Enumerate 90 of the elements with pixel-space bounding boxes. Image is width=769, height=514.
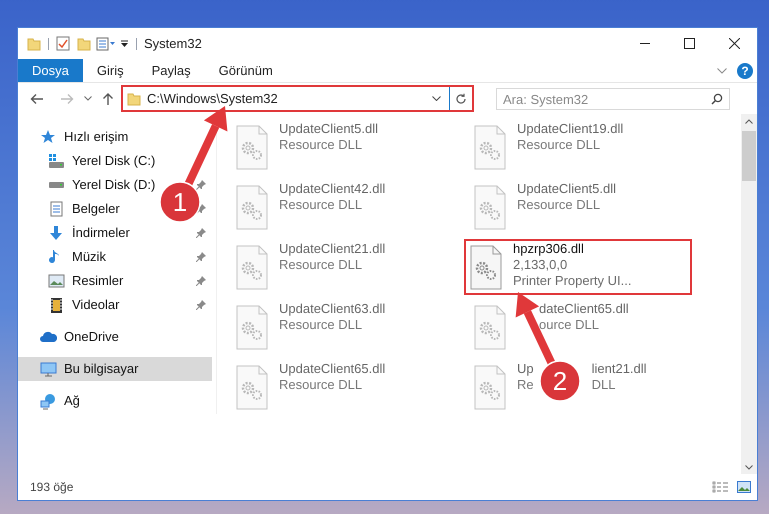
file-name: UpdateClient42.dll bbox=[279, 181, 386, 197]
minimize-icon bbox=[640, 43, 650, 44]
dll-file-icon bbox=[474, 185, 507, 230]
film-icon bbox=[48, 296, 65, 314]
file-name: UpdateClient21.dll bbox=[279, 241, 386, 257]
step-badge: 2 bbox=[539, 360, 581, 402]
file-detail: Printer Property UI... bbox=[513, 273, 632, 289]
file-name: lient21.dll bbox=[592, 361, 647, 377]
ribbon-tab[interactable]: Görünüm bbox=[204, 59, 287, 82]
sidebar-item[interactable]: Hızlı erişim bbox=[64, 127, 128, 147]
network-icon bbox=[40, 392, 57, 410]
download-arrow-icon bbox=[48, 224, 65, 242]
file-name: dateClient65.dll bbox=[539, 301, 629, 317]
ribbon-tab[interactable]: Giriş bbox=[82, 59, 138, 82]
scrollbar[interactable] bbox=[741, 114, 757, 474]
drive-icon bbox=[48, 181, 65, 189]
sidebar-item[interactable]: Yerel Disk (D:) bbox=[72, 175, 156, 195]
pin-icon[interactable] bbox=[196, 252, 206, 262]
sidebar-item[interactable]: OneDrive bbox=[64, 327, 119, 347]
file-name: hpzrp306.dll bbox=[513, 241, 584, 257]
dll-file-icon bbox=[236, 125, 269, 170]
folder-icon bbox=[127, 92, 141, 106]
search-icon[interactable] bbox=[711, 92, 723, 104]
pin-icon[interactable] bbox=[196, 228, 206, 238]
dll-file-icon bbox=[236, 365, 269, 410]
refresh-icon[interactable] bbox=[455, 92, 467, 104]
chevron-down-icon[interactable] bbox=[84, 96, 92, 101]
details-view-icon[interactable] bbox=[712, 481, 729, 493]
large-icons-view-icon[interactable] bbox=[737, 481, 751, 493]
drive-icon bbox=[48, 152, 65, 170]
file-detail: 2,133,0,0 bbox=[513, 257, 568, 273]
file-detail: Resource DLL bbox=[279, 137, 362, 153]
file-item[interactable]: hpzrp306.dll 2,133,0,0 Printer Property UI... bbox=[464, 239, 692, 295]
file-detail: Resource DLL bbox=[279, 377, 362, 393]
star-icon bbox=[40, 128, 57, 146]
file-name: UpdateClient65.dll bbox=[279, 361, 386, 377]
file-detail: ource DLL bbox=[539, 317, 599, 333]
dll-file-icon bbox=[474, 125, 507, 170]
pin-icon[interactable] bbox=[196, 276, 206, 286]
sidebar-item[interactable]: Yerel Disk (C:) bbox=[72, 151, 156, 171]
sidebar-item[interactable]: Ağ bbox=[64, 391, 80, 411]
file-detail: Resource DLL bbox=[517, 137, 600, 153]
help-button[interactable]: ? bbox=[737, 62, 753, 78]
dll-file-icon bbox=[236, 245, 269, 290]
search-field[interactable]: Ara: System32 bbox=[496, 88, 730, 110]
dll-file-icon bbox=[474, 305, 507, 350]
dll-file-icon bbox=[236, 185, 269, 230]
picture-icon bbox=[48, 272, 65, 290]
close-icon bbox=[729, 38, 740, 49]
sidebar-item[interactable]: Belgeler bbox=[72, 199, 120, 219]
scroll-up-icon[interactable] bbox=[745, 119, 753, 124]
file-name: UpdateClient5.dll bbox=[517, 181, 616, 197]
sidebar-item[interactable]: Bu bilgisayar bbox=[64, 359, 138, 379]
file-name: UpdateClient63.dll bbox=[279, 301, 386, 317]
properties-icon[interactable] bbox=[96, 36, 116, 50]
pin-icon[interactable] bbox=[196, 300, 206, 310]
address-bar[interactable]: C:\Windows\System32 bbox=[121, 85, 474, 112]
up-arrow-icon[interactable] bbox=[102, 92, 114, 106]
pin-icon[interactable] bbox=[196, 180, 206, 190]
dll-file-icon bbox=[236, 305, 269, 350]
maximize-icon bbox=[684, 38, 695, 49]
file-name: Up bbox=[517, 361, 534, 377]
step-badge: 1 bbox=[159, 181, 201, 223]
sidebar-item[interactable]: Müzik bbox=[72, 247, 106, 267]
ribbon-tab[interactable]: Dosya bbox=[18, 59, 83, 82]
file-detail: Resource DLL bbox=[279, 197, 362, 213]
sidebar-item[interactable]: İndirmeler bbox=[72, 223, 130, 243]
chevron-down-icon[interactable] bbox=[432, 96, 441, 101]
file-name: UpdateClient19.dll bbox=[517, 121, 624, 137]
file-name: UpdateClient5.dll bbox=[279, 121, 378, 137]
scrollbar-thumb[interactable] bbox=[742, 131, 756, 181]
file-detail: Re bbox=[517, 377, 534, 393]
back-icon[interactable] bbox=[30, 92, 44, 104]
dll-file-icon bbox=[470, 245, 503, 290]
file-detail: Resource DLL bbox=[517, 197, 600, 213]
item-count: 193 öğe bbox=[30, 479, 74, 496]
sidebar-item[interactable]: Resimler bbox=[72, 271, 124, 291]
file-detail: DLL bbox=[592, 377, 616, 393]
scroll-down-icon[interactable] bbox=[745, 465, 753, 470]
sidebar-item[interactable]: Videolar bbox=[72, 295, 120, 315]
file-detail: Resource DLL bbox=[279, 317, 362, 333]
ribbon-tab[interactable]: Paylaş bbox=[138, 59, 205, 82]
address-path: C:\Windows\System32 bbox=[147, 90, 278, 108]
monitor-icon bbox=[40, 360, 57, 378]
document-icon bbox=[48, 200, 65, 218]
file-detail: Resource DLL bbox=[279, 257, 362, 273]
dll-file-icon bbox=[474, 365, 507, 410]
checklist-icon[interactable] bbox=[56, 36, 70, 51]
dropdown-icon[interactable] bbox=[120, 38, 129, 48]
window-title: System32 bbox=[144, 34, 202, 53]
